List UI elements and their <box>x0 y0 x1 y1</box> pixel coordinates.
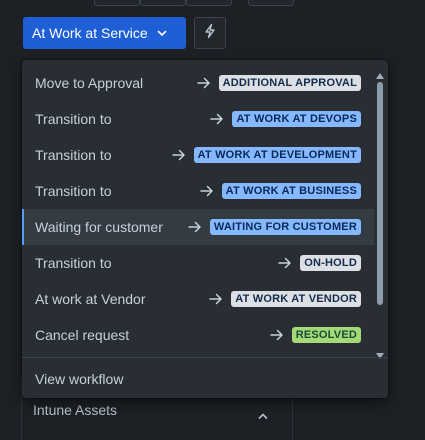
arrow-right-icon <box>210 113 224 125</box>
scroll-down-arrow-icon[interactable] <box>376 346 384 359</box>
dropdown-scrollbar[interactable] <box>375 64 385 359</box>
chevron-down-icon <box>156 27 168 39</box>
automation-button[interactable] <box>194 17 226 49</box>
transition-item-label: Transition to <box>35 111 112 127</box>
status-lozenge: WAITING FOR CUSTOMER <box>209 219 361 235</box>
status-lozenge: AT WORK AT BUSINESS <box>221 183 361 199</box>
transition-item-on-hold[interactable]: Transition to ON-HOLD <box>22 245 374 281</box>
toolbar-stub-2[interactable] <box>140 0 186 6</box>
lightning-bolt-icon <box>202 23 218 44</box>
toolbar-stub-4[interactable] <box>248 0 294 6</box>
status-lozenge: ADDITIONAL APPROVAL <box>218 75 361 91</box>
arrow-right-icon <box>199 185 214 197</box>
toolbar-stub-3[interactable] <box>186 0 232 6</box>
transition-item-cancel-request[interactable]: Cancel request RESOLVED <box>22 317 374 353</box>
arrow-right-icon <box>269 329 284 341</box>
arrow-right-icon <box>278 257 292 269</box>
chevron-up-icon[interactable] <box>257 409 269 421</box>
status-lozenge: RESOLVED <box>291 327 361 343</box>
status-lozenge: AT WORK AT VENDOR <box>231 291 361 307</box>
transition-dropdown-menu: Move to Approval ADDITIONAL APPROVAL Tra… <box>22 60 388 398</box>
status-transition-button[interactable]: At Work at Service <box>23 17 186 49</box>
arrow-right-icon <box>196 77 211 89</box>
menu-divider <box>22 357 388 358</box>
scroll-up-arrow-icon[interactable] <box>376 66 384 79</box>
view-workflow-link[interactable]: View workflow <box>22 362 388 396</box>
transition-item-vendor[interactable]: At work at Vendor AT WORK AT VENDOR <box>22 281 374 317</box>
transition-item-label: Waiting for customer <box>35 219 163 235</box>
toolbar-stub-1[interactable] <box>94 0 140 6</box>
transition-item-development[interactable]: Transition to AT WORK AT DEVELOPMENT <box>22 137 374 173</box>
transition-item-move-to-approval[interactable]: Move to Approval ADDITIONAL APPROVAL <box>22 65 374 101</box>
view-workflow-label: View workflow <box>35 371 124 387</box>
transition-item-waiting-for-customer[interactable]: Waiting for customer WAITING FOR CUSTOME… <box>22 209 374 245</box>
status-lozenge: AT WORK AT DEVELOPMENT <box>193 147 361 163</box>
status-lozenge: AT WORK AT DEVOPS <box>232 111 361 127</box>
status-button-label: At Work at Service <box>32 25 148 41</box>
intune-assets-label: Intune Assets <box>33 402 118 418</box>
arrow-right-icon <box>171 149 186 161</box>
arrow-right-icon <box>188 221 202 233</box>
transition-item-label: Move to Approval <box>35 75 144 91</box>
status-lozenge: ON-HOLD <box>300 255 361 271</box>
transition-item-label: Transition to <box>35 183 112 199</box>
transition-item-devops[interactable]: Transition to AT WORK AT DEVOPS <box>22 101 374 137</box>
transition-item-label: Cancel request <box>35 327 130 343</box>
transition-item-label: Transition to <box>35 255 112 271</box>
transition-item-label: At work at Vendor <box>35 291 146 307</box>
transition-item-business[interactable]: Transition to AT WORK AT BUSINESS <box>22 173 374 209</box>
arrow-right-icon <box>209 293 223 305</box>
transition-item-label: Transition to <box>35 147 112 163</box>
left-edge-panel <box>12 62 21 122</box>
scrollbar-thumb[interactable] <box>377 82 383 305</box>
transition-list: Move to Approval ADDITIONAL APPROVAL Tra… <box>22 65 374 353</box>
